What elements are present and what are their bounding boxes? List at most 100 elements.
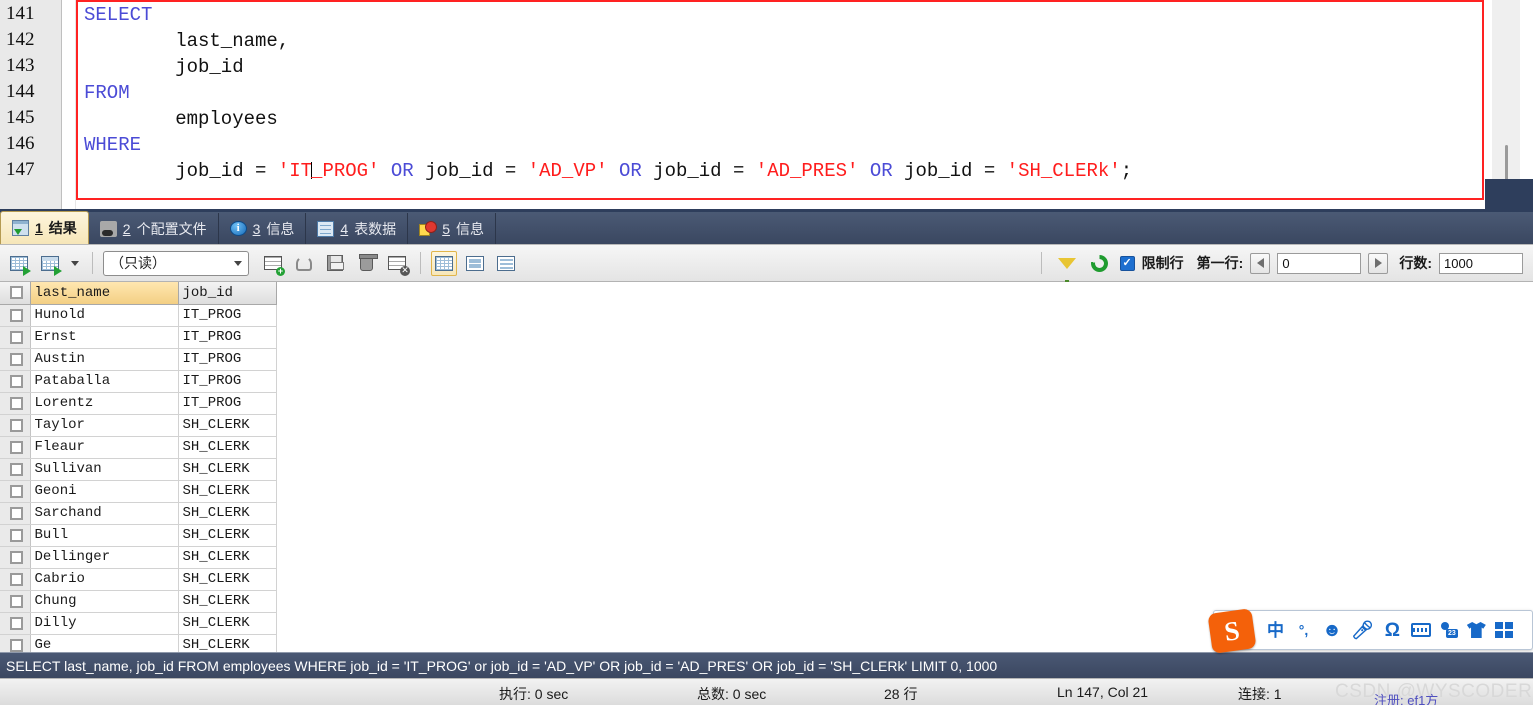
chinese-mode-icon[interactable]: 中 <box>1266 622 1285 639</box>
result-table[interactable]: last_name job_id Hunold IT_PROG Ernst IT_PROG… <box>0 282 277 652</box>
next-page-button[interactable] <box>1368 252 1389 274</box>
row-checkbox[interactable] <box>10 352 24 366</box>
row-select-cell[interactable] <box>0 348 31 371</box>
voice-input-icon[interactable]: 🎤︎ <box>1351 621 1374 639</box>
table-cell[interactable]: Ernst <box>30 326 179 349</box>
row-select-cell[interactable] <box>0 370 31 393</box>
row-select-cell[interactable] <box>0 502 31 525</box>
table-cell[interactable]: Dellinger <box>30 546 179 569</box>
table-cell[interactable]: IT_PROG <box>178 348 277 371</box>
revert-row-button[interactable] <box>291 251 317 276</box>
table-cell[interactable]: Chung <box>30 590 179 613</box>
row-checkbox[interactable] <box>10 396 24 410</box>
column-header[interactable]: last_name <box>30 282 179 305</box>
table-row[interactable]: Ge SH_CLERK <box>0 634 277 652</box>
row-select-cell[interactable] <box>0 634 31 652</box>
row-checkbox[interactable] <box>10 330 24 344</box>
symbol-omega-icon[interactable]: Ω <box>1383 621 1402 640</box>
row-checkbox[interactable] <box>10 572 24 586</box>
table-row[interactable]: Sarchand SH_CLERK <box>0 502 277 525</box>
table-cell[interactable]: Fleaur <box>30 436 179 459</box>
select-all-checkbox[interactable] <box>10 286 24 300</box>
table-cell[interactable]: SH_CLERK <box>178 502 277 525</box>
table-row[interactable]: Ernst IT_PROG <box>0 326 277 349</box>
form-view-button[interactable] <box>493 251 519 276</box>
table-row[interactable]: Cabrio SH_CLERK <box>0 568 277 591</box>
toolbar-dropdown-button[interactable] <box>68 251 82 276</box>
table-row[interactable]: Hunold IT_PROG <box>0 304 277 327</box>
table-cell[interactable]: SH_CLERK <box>178 436 277 459</box>
table-cell[interactable]: SH_CLERK <box>178 458 277 481</box>
sogou-ime-toolbar[interactable]: S 中 °, ☻ 🎤︎ Ω <box>1207 608 1533 654</box>
table-cell[interactable]: Bull <box>30 524 179 547</box>
sogou-logo-icon[interactable]: S <box>1207 608 1257 654</box>
row-select-cell[interactable] <box>0 458 31 481</box>
row-select-cell[interactable] <box>0 304 31 327</box>
table-cell[interactable]: Taylor <box>30 414 179 437</box>
row-select-cell[interactable] <box>0 436 31 459</box>
row-checkbox[interactable] <box>10 484 24 498</box>
apply-grid-edit-button[interactable] <box>6 251 32 276</box>
row-checkbox[interactable] <box>10 506 24 520</box>
prev-page-button[interactable] <box>1250 252 1271 274</box>
user-account-icon[interactable] <box>1440 622 1458 638</box>
row-select-cell[interactable] <box>0 524 31 547</box>
table-cell[interactable]: Hunold <box>30 304 179 327</box>
table-cell[interactable]: Sullivan <box>30 458 179 481</box>
tab-1[interactable]: 1 结果 <box>0 211 89 244</box>
limit-rows-checkbox[interactable]: ✓ <box>1119 255 1135 271</box>
row-count-input[interactable] <box>1439 252 1523 274</box>
split-view-button[interactable] <box>462 251 488 276</box>
row-checkbox[interactable] <box>10 616 24 630</box>
delete-row-button[interactable] <box>353 251 379 276</box>
row-checkbox[interactable] <box>10 308 24 322</box>
tab-5[interactable]: 5 信息 <box>408 213 496 244</box>
table-row[interactable]: Austin IT_PROG <box>0 348 277 371</box>
row-checkbox[interactable] <box>10 418 24 432</box>
code-area[interactable]: SELECT last_name, job_id FROM employees WHERE… <box>76 0 1533 209</box>
row-select-cell[interactable] <box>0 414 31 437</box>
row-select-cell[interactable] <box>0 480 31 503</box>
cancel-edits-button[interactable]: ✕ <box>384 251 410 276</box>
table-row[interactable]: Bull SH_CLERK <box>0 524 277 547</box>
table-cell[interactable]: SH_CLERK <box>178 612 277 635</box>
row-checkbox[interactable] <box>10 440 24 454</box>
row-select-cell[interactable] <box>0 326 31 349</box>
result-grid[interactable]: last_name job_id Hunold IT_PROG Ernst IT_PROG… <box>0 282 1533 652</box>
filter-button[interactable] <box>1054 251 1080 286</box>
row-checkbox[interactable] <box>10 462 24 476</box>
table-row[interactable]: Dilly SH_CLERK <box>0 612 277 635</box>
table-row[interactable]: Geoni SH_CLERK <box>0 480 277 503</box>
row-checkbox[interactable] <box>10 374 24 388</box>
skin-shirt-icon[interactable] <box>1466 622 1486 638</box>
table-cell[interactable]: SH_CLERK <box>178 590 277 613</box>
table-cell[interactable]: SH_CLERK <box>178 634 277 652</box>
table-cell[interactable]: Austin <box>30 348 179 371</box>
table-cell[interactable]: Geoni <box>30 480 179 503</box>
table-cell[interactable]: SH_CLERK <box>178 480 277 503</box>
table-row[interactable]: Chung SH_CLERK <box>0 590 277 613</box>
row-select-cell[interactable] <box>0 546 31 569</box>
row-checkbox[interactable] <box>10 550 24 564</box>
save-edits-button[interactable] <box>322 251 348 276</box>
table-cell[interactable]: IT_PROG <box>178 392 277 415</box>
table-cell[interactable]: SH_CLERK <box>178 546 277 569</box>
table-row[interactable]: Taylor SH_CLERK <box>0 414 277 437</box>
emoji-icon[interactable]: ☻ <box>1322 621 1342 640</box>
table-cell[interactable]: SH_CLERK <box>178 524 277 547</box>
table-row[interactable]: Lorentz IT_PROG <box>0 392 277 415</box>
grid-view-button[interactable] <box>431 250 457 276</box>
table-cell[interactable]: Ge <box>30 634 179 652</box>
row-checkbox[interactable] <box>10 528 24 542</box>
table-cell[interactable]: IT_PROG <box>178 304 277 327</box>
table-cell[interactable]: Dilly <box>30 612 179 635</box>
table-row[interactable]: Sullivan SH_CLERK <box>0 458 277 481</box>
export-grid-button[interactable] <box>37 251 63 276</box>
code-text[interactable]: SELECT last_name, job_id FROM employees WHERE… <box>76 1 1533 184</box>
first-row-input[interactable] <box>1277 252 1362 274</box>
tab-3[interactable]: i 3 信息 <box>219 213 307 244</box>
table-row[interactable]: Dellinger SH_CLERK <box>0 546 277 569</box>
table-cell[interactable]: Lorentz <box>30 392 179 415</box>
table-cell[interactable]: IT_PROG <box>178 326 277 349</box>
tab-4[interactable]: 4 表数据 <box>306 213 409 244</box>
